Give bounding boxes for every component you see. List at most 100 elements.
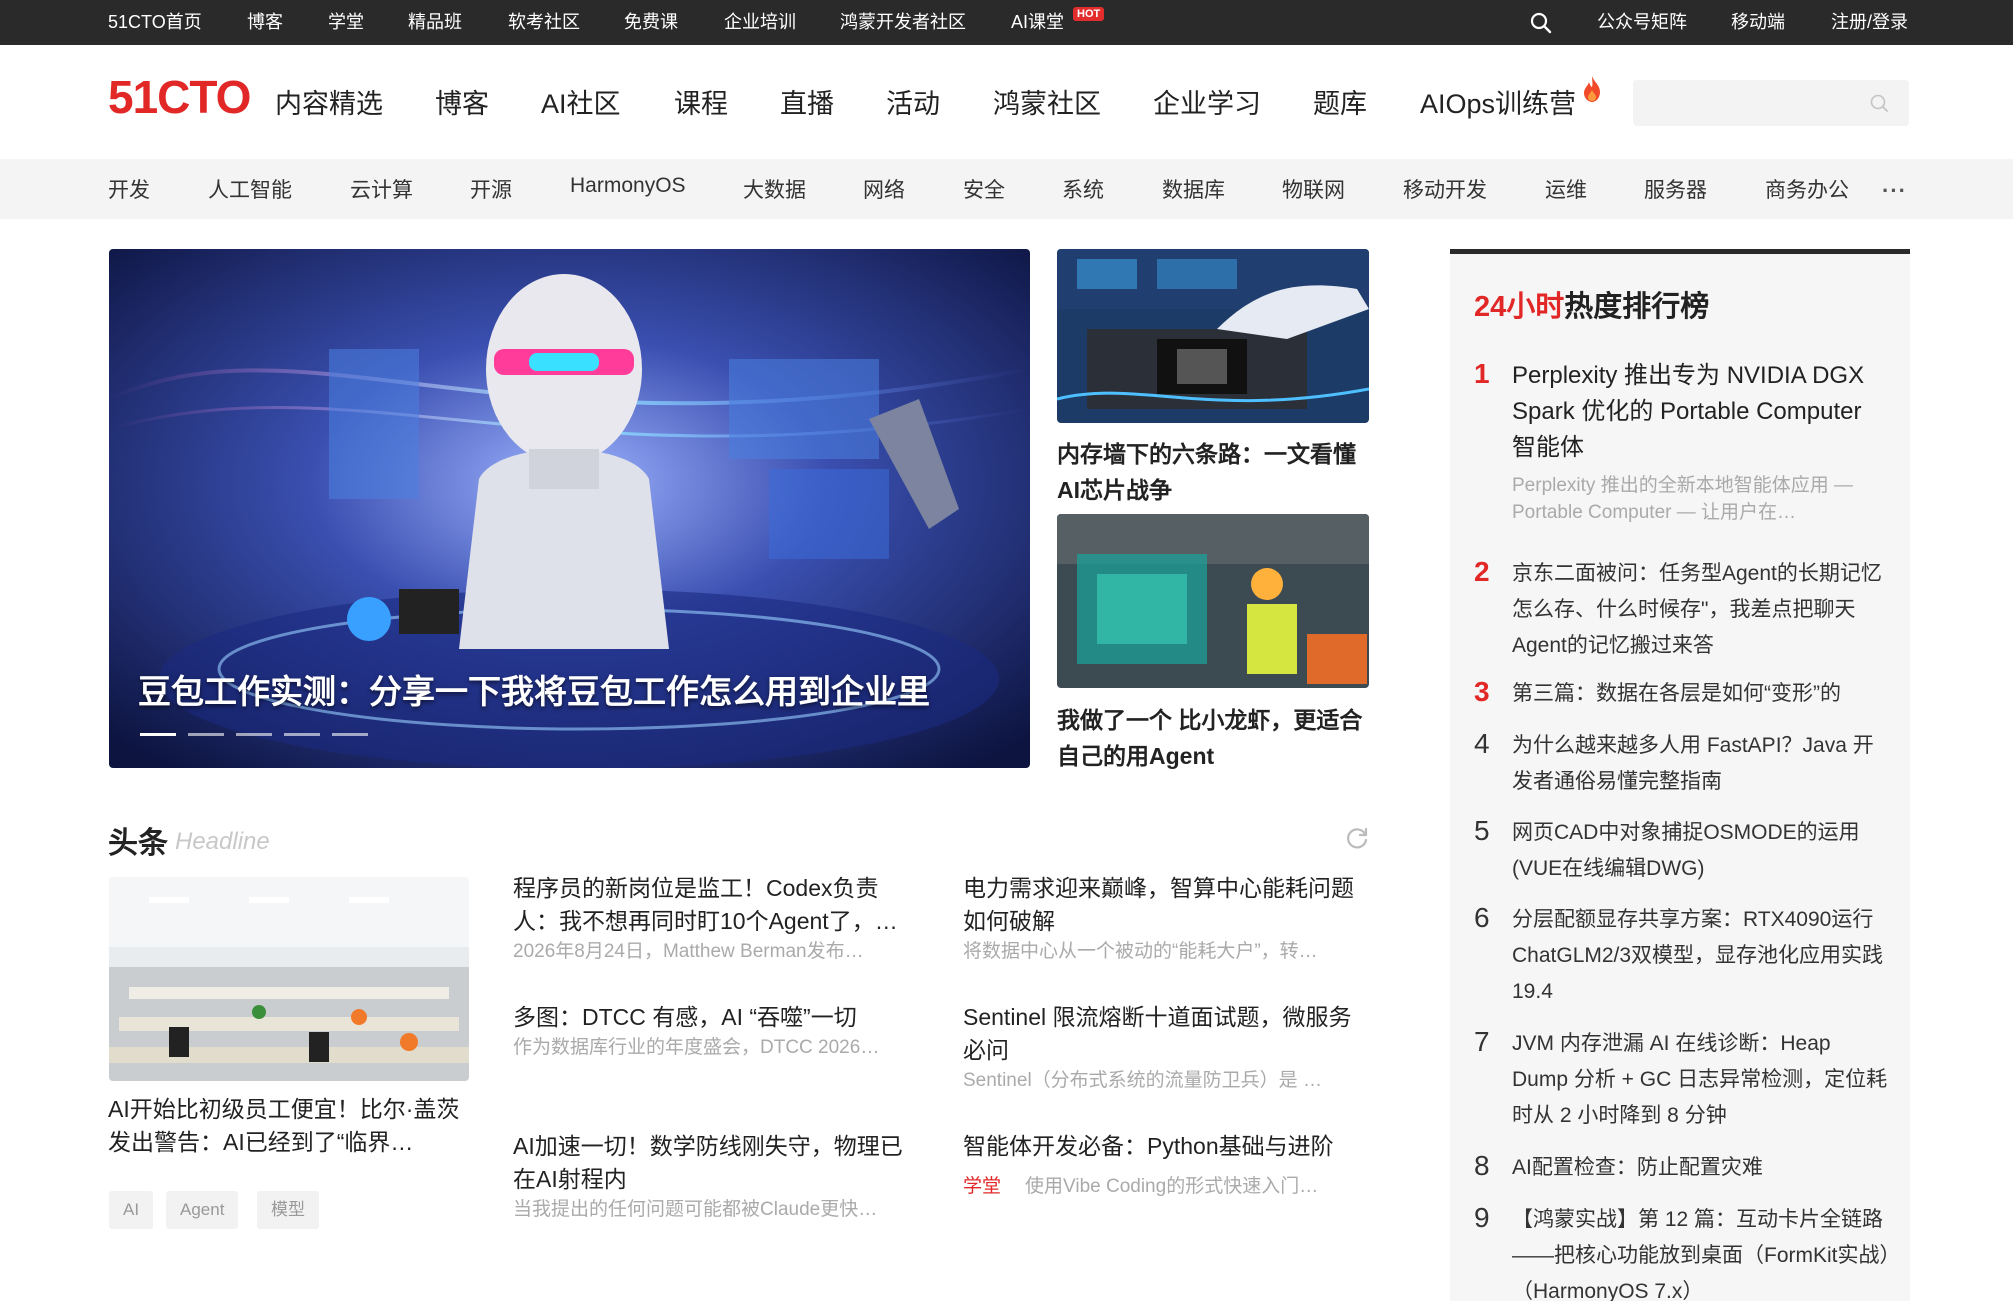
top-link-blog[interactable]: 博客	[247, 0, 283, 45]
tag-agent[interactable]: Agent	[166, 1191, 239, 1229]
category-cloud[interactable]: 云计算	[350, 174, 413, 204]
nav-blog[interactable]: 博客	[435, 82, 489, 121]
top-link-premium[interactable]: 精品班	[408, 0, 462, 45]
nav-ai-community[interactable]: AI社区	[541, 82, 621, 121]
rank-title[interactable]: JVM 内存泄漏 AI 在线诊断：Heap Dump 分析 + GC 日志异常检…	[1512, 1026, 1892, 1134]
nav-aiops-camp[interactable]: AIOps训练营	[1420, 82, 1576, 121]
side-card-image[interactable]	[1057, 249, 1369, 423]
top-link-home[interactable]: 51CTO首页	[108, 0, 202, 45]
rank-desc: Perplexity 推出的全新本地智能体应用 — Portable Compu…	[1512, 475, 1853, 523]
rank-number: 2	[1474, 556, 1490, 587]
rank-number: 4	[1474, 728, 1490, 759]
carousel-dot[interactable]	[188, 733, 224, 736]
side-card-title[interactable]: 内存墙下的六条路：一文看懂AI芯片战争	[1057, 436, 1373, 508]
rank-number: 8	[1474, 1150, 1490, 1181]
headline-article[interactable]: Sentinel 限流熔断十道面试题，微服务必问 Sentinel（分布式系统的…	[963, 1001, 1368, 1095]
category-office[interactable]: 商务办公	[1765, 174, 1849, 204]
office-image	[109, 877, 469, 1081]
top-link-login[interactable]: 注册/登录	[1831, 0, 1908, 45]
category-harmonyos[interactable]: HarmonyOS	[570, 174, 686, 198]
headline-main-title[interactable]: AI开始比初级员工便宜！比尔·盖茨发出警告：AI已经到了“临界…	[108, 1093, 474, 1159]
top-link-mobile[interactable]: 移动端	[1731, 0, 1785, 45]
category-ai[interactable]: 人工智能	[208, 174, 292, 204]
nav-question-bank[interactable]: 题库	[1313, 82, 1367, 121]
article-title[interactable]: 智能体开发必备：Python基础与进阶	[963, 1130, 1368, 1163]
carousel-dot[interactable]	[332, 733, 368, 736]
headline-article[interactable]: 智能体开发必备：Python基础与进阶 学堂 使用Vibe Coding的形式快速…	[963, 1130, 1368, 1201]
rank-title[interactable]: AI配置检查：防止配置灾难	[1512, 1150, 1892, 1186]
nav-enterprise-learning[interactable]: 企业学习	[1153, 82, 1261, 121]
nav-course[interactable]: 课程	[674, 82, 728, 121]
hero-title[interactable]: 豆包工作实测：分享一下我将豆包工作怎么用到企业里	[138, 665, 930, 713]
category-iot[interactable]: 物联网	[1282, 174, 1345, 204]
category-server[interactable]: 服务器	[1644, 174, 1707, 204]
category-ops[interactable]: 运维	[1545, 174, 1587, 204]
hot-rank-title-black: 热度排行榜	[1564, 291, 1710, 323]
tag-model[interactable]: 模型	[257, 1191, 319, 1229]
category-open-source[interactable]: 开源	[470, 174, 512, 204]
article-tag[interactable]: 学堂	[963, 1176, 1001, 1197]
article-title[interactable]: 电力需求迎来巅峰，智算中心能耗问题如何破解	[963, 872, 1368, 938]
article-title[interactable]: AI加速一切！数学防线刚失守，物理已在AI射程内	[513, 1130, 918, 1196]
site-logo[interactable]: 51CTO	[108, 70, 251, 124]
headline-article[interactable]: 程序员的新岗位是监工！Codex负责人：我不想再同时盯10个Agent了，… 2…	[513, 872, 918, 966]
rank-title[interactable]: 为什么越来越多人用 FastAPI？Java 开发者通俗易懂完整指南	[1512, 728, 1892, 800]
headline-image[interactable]	[109, 877, 469, 1081]
article-title[interactable]: Sentinel 限流熔断十道面试题，微服务必问	[963, 1001, 1368, 1067]
rank-number: 5	[1474, 815, 1490, 846]
search-input[interactable]	[1645, 88, 1855, 118]
hot-rank-title-red: 24小时	[1474, 291, 1565, 323]
rank-title[interactable]: Perplexity 推出专为 NVIDIA DGX Spark 优化的 Por…	[1512, 358, 1892, 466]
rank-title[interactable]: 分层配额显存共享方案：RTX4090运行ChatGLM2/3双模型，显存池化应用…	[1512, 902, 1892, 1010]
headline-article[interactable]: AI加速一切！数学防线刚失守，物理已在AI射程内 当我提出的任何问题可能都被Cl…	[513, 1130, 918, 1224]
rank-title[interactable]: 京东二面被问：任务型Agent的长期记忆怎么存、什么时候存"，我差点把聊天Age…	[1512, 556, 1892, 664]
category-mobile-dev[interactable]: 移动开发	[1403, 174, 1487, 204]
carousel-dot[interactable]	[140, 733, 176, 736]
top-link-wechat-matrix[interactable]: 公众号矩阵	[1597, 0, 1687, 45]
top-bar: 51CTO首页 博客 学堂 精品班 软考社区 免费课 企业培训 鸿蒙开发者社区 …	[0, 0, 2013, 45]
top-link-ai-class[interactable]: AI课堂	[1011, 0, 1064, 45]
article-title[interactable]: 程序员的新岗位是监工！Codex负责人：我不想再同时盯10个Agent了，…	[513, 872, 918, 938]
article-desc: 当我提出的任何问题可能都被Claude更快…	[513, 1199, 878, 1220]
nav-harmony-community[interactable]: 鸿蒙社区	[993, 82, 1101, 121]
category-dev[interactable]: 开发	[108, 174, 150, 204]
category-network[interactable]: 网络	[863, 174, 905, 204]
category-security[interactable]: 安全	[963, 174, 1005, 204]
more-categories-icon[interactable]: ···	[1882, 178, 1907, 204]
search-box	[1633, 80, 1909, 126]
fire-icon	[1584, 76, 1600, 102]
carousel-dot[interactable]	[236, 733, 272, 736]
article-desc: 2026年8月24日，Matthew Berman发布…	[513, 941, 864, 962]
nav-live[interactable]: 直播	[780, 82, 834, 121]
rank-title[interactable]: 网页CAD中对象捕捉OSMODE的运用(VUE在线编辑DWG)	[1512, 815, 1892, 887]
side-card-image[interactable]	[1057, 514, 1369, 688]
factory-image	[1057, 514, 1369, 688]
article-title[interactable]: 多图：DTCC 有感，AI “吞噬”一切	[513, 1001, 918, 1034]
top-link-edu[interactable]: 学堂	[328, 0, 364, 45]
side-card-title[interactable]: 我做了一个 比小龙虾，更适合自己的用Agent	[1057, 702, 1373, 774]
rank-title[interactable]: 第三篇：数据在各层是如何“变形”的	[1512, 676, 1892, 712]
top-link-harmony-dev[interactable]: 鸿蒙开发者社区	[840, 0, 966, 45]
category-database[interactable]: 数据库	[1162, 174, 1225, 204]
article-desc: 学堂 使用Vibe Coding的形式快速入门…	[963, 1173, 1368, 1201]
top-link-ruankao[interactable]: 软考社区	[508, 0, 580, 45]
top-link-enterprise-training[interactable]: 企业培训	[724, 0, 796, 45]
headline-article[interactable]: 多图：DTCC 有感，AI “吞噬”一切 作为数据库行业的年度盛会，DTCC 2…	[513, 1001, 918, 1062]
nav-activity[interactable]: 活动	[886, 82, 940, 121]
rank-title[interactable]: 【鸿蒙实战】第 12 篇：互动卡片全链路——把核心功能放到桌面（FormKit实…	[1512, 1202, 1892, 1301]
headline-article[interactable]: 电力需求迎来巅峰，智算中心能耗问题如何破解 将数据中心从一个被动的“能耗大户”，…	[963, 872, 1368, 966]
article-desc-text: 使用Vibe Coding的形式快速入门…	[1025, 1176, 1319, 1197]
tag-ai[interactable]: AI	[109, 1191, 154, 1229]
chip-image	[1057, 249, 1369, 423]
carousel-dot[interactable]	[284, 733, 320, 736]
category-system[interactable]: 系统	[1062, 174, 1104, 204]
search-icon[interactable]	[1529, 11, 1553, 35]
search-icon[interactable]	[1869, 93, 1889, 113]
refresh-icon[interactable]	[1344, 825, 1370, 851]
top-link-free-course[interactable]: 免费课	[624, 0, 678, 45]
rank-number: 6	[1474, 902, 1490, 933]
article-desc: 作为数据库行业的年度盛会，DTCC 2026…	[513, 1037, 880, 1058]
category-bar	[0, 159, 2013, 219]
category-big-data[interactable]: 大数据	[743, 174, 806, 204]
nav-content-picks[interactable]: 内容精选	[275, 82, 383, 121]
